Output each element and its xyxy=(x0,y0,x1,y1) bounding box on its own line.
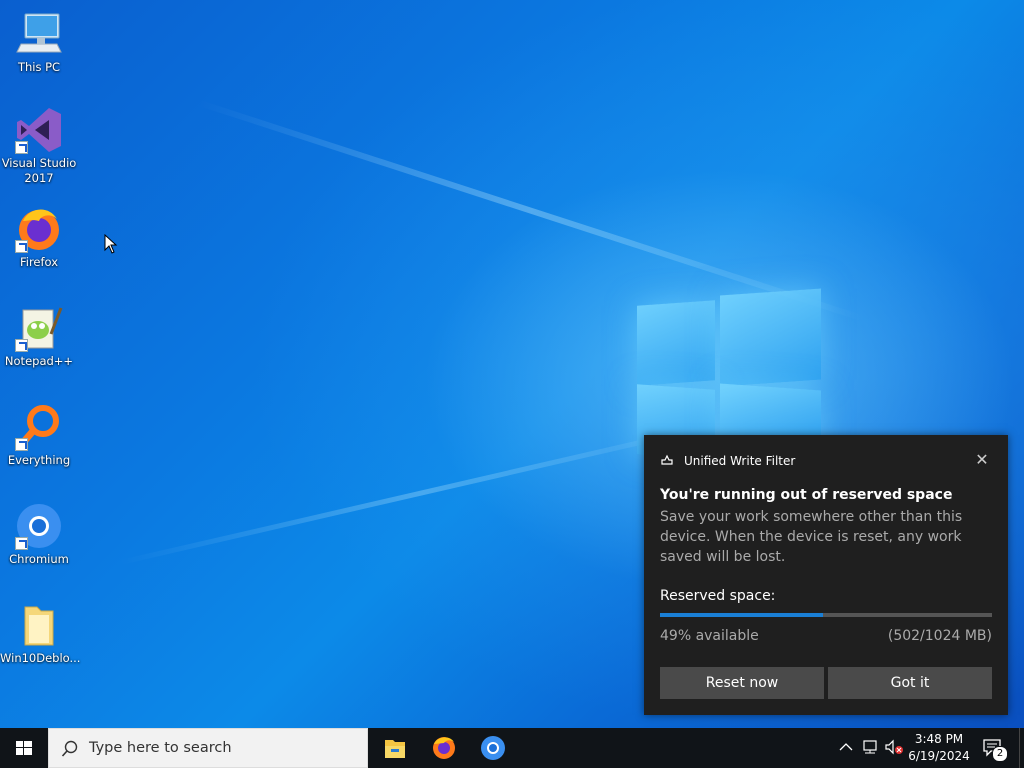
desktop-icon-chromium[interactable]: Chromium xyxy=(0,502,78,567)
got-it-button[interactable]: Got it xyxy=(828,667,992,699)
taskbar-chromium[interactable] xyxy=(469,732,517,768)
taskbar: Type here to search 3:48 PM 6/19/2024 2 xyxy=(0,728,1024,768)
clock-date: 6/19/2024 xyxy=(908,749,970,763)
volume-muted-icon[interactable] xyxy=(884,739,904,759)
action-center-button[interactable]: 2 xyxy=(982,737,1008,763)
toast-app-name: Unified Write Filter xyxy=(684,454,796,468)
close-icon[interactable]: ✕ xyxy=(974,452,990,468)
desktop-icon-notepadpp[interactable]: Notepad++ xyxy=(0,304,78,369)
visual-studio-icon xyxy=(15,106,63,154)
desktop-icon-label: This PC xyxy=(17,60,61,74)
reserved-space-progress-bar xyxy=(660,613,992,617)
desktop-icon-firefox[interactable]: Firefox xyxy=(0,205,78,270)
desktop-icon-this-pc[interactable]: This PC xyxy=(0,10,78,75)
desktop-icon-label: Chromium xyxy=(9,552,69,566)
chromium-icon xyxy=(15,502,63,550)
toast-body: Save your work somewhere other than this… xyxy=(660,509,963,565)
desktop-icon-visual-studio[interactable]: Visual Studio 2017 xyxy=(0,106,78,186)
write-filter-icon xyxy=(660,454,676,468)
desktop-icon-label: Notepad++ xyxy=(4,354,74,368)
firefox-icon xyxy=(433,737,455,759)
desktop-icon-label: Win10Deblo... xyxy=(0,651,81,665)
desktop-icon-everything[interactable]: Everything xyxy=(0,403,78,468)
desktop-icon-label: Visual Studio 2017 xyxy=(1,156,77,185)
desktop-icon-win10debloater[interactable]: Win10Deblo... xyxy=(0,601,81,666)
toast-notification: Unified Write Filter ✕ You're running ou… xyxy=(644,435,1008,715)
shortcut-arrow-icon xyxy=(15,537,28,550)
search-placeholder: Type here to search xyxy=(89,740,232,756)
reset-now-button[interactable]: Reset now xyxy=(660,667,824,699)
start-button[interactable] xyxy=(0,728,48,768)
show-desktop-button[interactable] xyxy=(1019,728,1024,768)
taskbar-firefox[interactable] xyxy=(420,732,468,768)
notification-count-badge: 2 xyxy=(992,746,1008,762)
file-explorer-icon xyxy=(385,740,405,758)
windows-start-icon xyxy=(16,741,32,755)
computer-icon xyxy=(15,10,63,58)
light-beam xyxy=(198,100,866,323)
network-icon[interactable] xyxy=(861,739,879,759)
reserved-space-label: Reserved space: xyxy=(660,588,776,604)
search-icon xyxy=(61,740,78,757)
clock[interactable]: 3:48 PM 6/19/2024 xyxy=(904,731,974,765)
chevron-up-icon[interactable] xyxy=(838,739,854,759)
firefox-icon xyxy=(15,205,63,253)
shortcut-arrow-icon xyxy=(15,438,28,451)
desktop-icon-label: Firefox xyxy=(19,255,59,269)
shortcut-arrow-icon xyxy=(15,141,28,154)
shortcut-arrow-icon xyxy=(15,339,28,352)
search-box[interactable]: Type here to search xyxy=(48,728,368,768)
mouse-cursor-icon xyxy=(104,233,118,258)
taskbar-file-explorer[interactable] xyxy=(371,732,419,768)
light-beam xyxy=(120,420,726,565)
available-percent-text: 49% available xyxy=(660,628,759,644)
toast-header: Unified Write Filter xyxy=(660,454,795,468)
everything-search-icon xyxy=(15,403,63,451)
clock-time: 3:48 PM xyxy=(914,732,964,746)
shortcut-arrow-icon xyxy=(15,240,28,253)
chromium-icon xyxy=(481,736,505,760)
reserved-space-progress-fill xyxy=(660,613,823,617)
toast-title: You're running out of reserved space xyxy=(660,487,953,503)
notepadpp-icon xyxy=(15,304,63,352)
desktop: This PC Visual Studio 2017 Firefox Notep… xyxy=(0,0,1024,728)
desktop-icon-label: Everything xyxy=(7,453,71,467)
usage-mb-text: (502/1024 MB) xyxy=(887,628,992,644)
folder-icon xyxy=(15,601,63,649)
